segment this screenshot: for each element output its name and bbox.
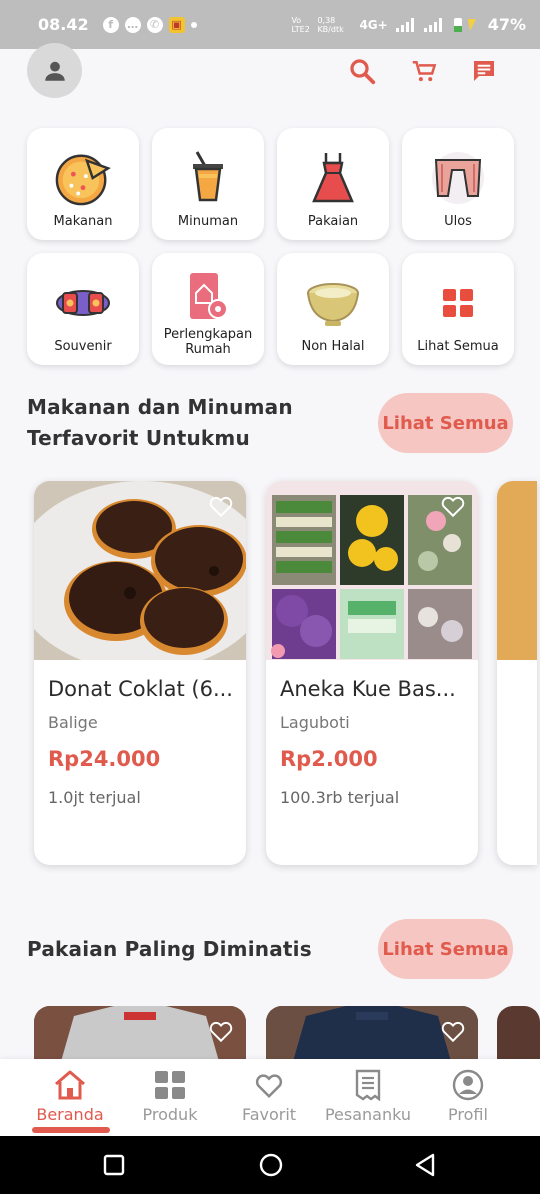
grid-icon <box>152 1067 188 1103</box>
nav-label: Produk <box>142 1105 198 1124</box>
nav-produk[interactable]: Produk <box>120 1059 220 1136</box>
section-title-favorites: Makanan dan Minuman Terfavorit Untukmu <box>27 392 293 454</box>
category-lihat-semua[interactable]: Lihat Semua <box>402 253 514 365</box>
nav-label: Pesananku <box>324 1105 412 1124</box>
category-label: Ulos <box>444 214 472 229</box>
product-price: Rp24.000 <box>48 747 161 771</box>
nav-pesananku[interactable]: Pesananku <box>318 1059 418 1136</box>
nav-favorit[interactable]: Favorit <box>219 1059 319 1136</box>
status-bar: 08.42 f … ✆ ▣ Vo LTE2 0,38 KB/dtk 4G+ 47… <box>0 0 540 49</box>
category-label: Perlengkapan Rumah <box>163 327 253 357</box>
product-image-kue <box>266 481 478 660</box>
product-sold: 1.0jt terjual <box>48 788 141 807</box>
more-notifications-dot <box>190 21 197 28</box>
network-type: 4G+ <box>359 17 388 32</box>
notification-icons: f … ✆ ▣ <box>102 16 197 33</box>
dress-icon <box>303 148 363 208</box>
ulos-icon <box>428 148 488 208</box>
product-name: Aneka Kue Bas... <box>280 677 456 701</box>
product-image-donut <box>34 481 246 660</box>
battery-icon <box>453 17 476 32</box>
product-card[interactable]: Aneka Kue Bas... Laguboti Rp2.000 100.3r… <box>266 481 478 865</box>
category-pakaian[interactable]: Pakaian <box>277 128 389 240</box>
nav-label: Profil <box>448 1105 488 1124</box>
product-card-partial[interactable] <box>497 481 537 865</box>
category-label: Lihat Semua <box>417 339 499 354</box>
favorite-heart-icon[interactable] <box>208 493 234 519</box>
souvenir-icon <box>53 273 113 333</box>
chat-bubble-icon: … <box>124 16 141 33</box>
system-nav-bar <box>0 1136 540 1194</box>
grid-icon <box>428 273 488 333</box>
favorite-heart-icon[interactable] <box>208 1018 234 1044</box>
home-tools-icon <box>178 267 238 327</box>
category-label: Pakaian <box>307 214 359 229</box>
nav-profil[interactable]: Profil <box>418 1059 518 1136</box>
volte-label: Vo LTE2 <box>291 15 310 34</box>
app-notification-icon: ▣ <box>168 16 185 33</box>
bottom-nav: Beranda Produk Favorit Pesananku Profil <box>0 1059 540 1136</box>
category-label: Non Halal <box>301 339 365 354</box>
recent-apps-icon[interactable] <box>103 1154 125 1176</box>
product-price: Rp2.000 <box>280 747 378 771</box>
section-title-line1: Makanan dan Minuman <box>27 395 293 419</box>
person-icon <box>44 61 65 81</box>
category-label: Makanan <box>53 214 113 229</box>
favorite-heart-icon[interactable] <box>440 1018 466 1044</box>
battery-percent: 47% <box>487 15 526 34</box>
facebook-icon: f <box>102 16 119 33</box>
category-label: Minuman <box>177 214 239 229</box>
see-all-favorites-button[interactable]: Lihat Semua <box>378 393 513 453</box>
status-time: 08.42 <box>38 15 89 34</box>
category-label: Souvenir <box>54 339 112 354</box>
product-location: Balige <box>48 713 98 732</box>
nav-label: Favorit <box>241 1105 297 1124</box>
avatar[interactable] <box>27 43 82 98</box>
signal-icon <box>395 17 414 32</box>
pizza-icon <box>53 148 113 208</box>
product-image-partial <box>497 481 537 660</box>
bowl-icon <box>303 273 363 333</box>
receipt-icon <box>350 1067 386 1103</box>
cart-icon[interactable] <box>409 56 439 86</box>
category-ulos[interactable]: Ulos <box>402 128 514 240</box>
category-makanan[interactable]: Makanan <box>27 128 139 240</box>
drink-icon <box>178 148 238 208</box>
heart-icon <box>251 1067 287 1103</box>
product-name: Donat Coklat (6... <box>48 677 233 701</box>
home-button-icon[interactable] <box>258 1152 284 1178</box>
profile-icon <box>450 1067 486 1103</box>
see-all-clothing-button[interactable]: Lihat Semua <box>378 919 513 979</box>
home-icon <box>52 1067 88 1103</box>
nav-label: Beranda <box>36 1105 104 1124</box>
app-screen: 08.42 f … ✆ ▣ Vo LTE2 0,38 KB/dtk 4G+ 47… <box>0 0 540 1194</box>
back-icon[interactable] <box>414 1153 436 1177</box>
search-icon[interactable] <box>347 56 377 86</box>
whatsapp-icon: ✆ <box>146 16 163 33</box>
category-souvenir[interactable]: Souvenir <box>27 253 139 365</box>
active-tab-indicator <box>32 1127 110 1133</box>
message-icon[interactable] <box>469 56 499 86</box>
section-title-clothing: Pakaian Paling Diminatis <box>27 937 312 961</box>
signal-icon-2 <box>423 17 442 32</box>
product-sold: 100.3rb terjual <box>280 788 400 807</box>
section-title-line2: Terfavorit Untukmu <box>27 426 250 450</box>
status-right: Vo LTE2 0,38 KB/dtk 4G+ 47% <box>291 15 526 34</box>
nav-beranda[interactable]: Beranda <box>20 1059 120 1136</box>
category-perlengkapan-rumah[interactable]: Perlengkapan Rumah <box>152 253 264 365</box>
product-location: Laguboti <box>280 713 350 732</box>
speed-label: 0,38 KB/dtk <box>317 15 344 34</box>
product-card[interactable]: Donat Coklat (6... Balige Rp24.000 1.0jt… <box>34 481 246 865</box>
category-non-halal[interactable]: Non Halal <box>277 253 389 365</box>
favorite-heart-icon[interactable] <box>440 493 466 519</box>
category-minuman[interactable]: Minuman <box>152 128 264 240</box>
